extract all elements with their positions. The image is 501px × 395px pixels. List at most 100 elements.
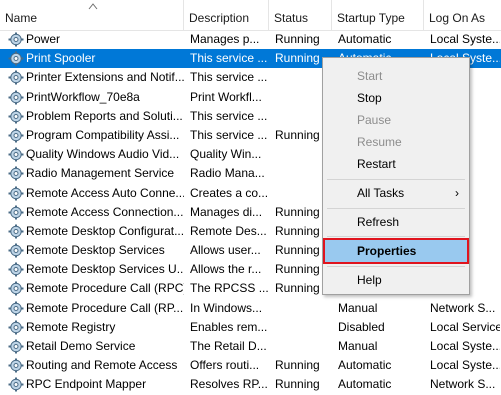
service-description: Creates a co... bbox=[190, 185, 268, 200]
column-header-log-on-as-label: Log On As bbox=[429, 11, 486, 25]
service-gear-icon bbox=[8, 109, 24, 124]
sort-ascending-icon bbox=[88, 3, 98, 10]
service-description: Enables rem... bbox=[190, 319, 268, 334]
menu-item-help[interactable]: Help bbox=[323, 269, 469, 291]
service-name: Radio Management Service bbox=[26, 166, 175, 181]
service-startup-type: Automatic bbox=[338, 358, 392, 373]
menu-separator bbox=[327, 236, 465, 237]
menu-item-pause[interactable]: Pause bbox=[323, 109, 469, 131]
service-name-cell: Radio Management Service bbox=[8, 164, 184, 183]
service-name-cell: Remote Registry bbox=[8, 318, 184, 337]
service-gear-icon bbox=[8, 186, 24, 201]
service-status: Running bbox=[275, 358, 320, 373]
service-name-cell: Power bbox=[8, 30, 184, 49]
service-name-cell: Remote Desktop Services U... bbox=[8, 260, 184, 279]
context-menu: Start Stop Pause Resume Restart All Task… bbox=[322, 57, 470, 295]
service-log-on-as: Local Syste... bbox=[430, 358, 500, 373]
column-header-startup-type[interactable]: Startup Type bbox=[332, 0, 424, 30]
service-description: Allows the r... bbox=[190, 262, 262, 277]
service-gear-icon bbox=[8, 320, 24, 335]
service-status bbox=[275, 337, 331, 356]
service-name: Problem Reports and Soluti... bbox=[26, 108, 183, 123]
service-gear-icon bbox=[8, 32, 24, 47]
menu-separator bbox=[327, 179, 465, 180]
service-name-cell: Problem Reports and Soluti... bbox=[8, 107, 184, 126]
service-row[interactable]: Routing and Remote Access Offers routi...… bbox=[0, 356, 501, 375]
column-header-status-label: Status bbox=[274, 11, 309, 25]
service-row[interactable]: Power Manages p... Running Automatic Local S… bbox=[0, 30, 501, 49]
service-description: This service ... bbox=[190, 51, 268, 66]
service-row[interactable]: Retail Demo Service The Retail D... Manual… bbox=[0, 337, 501, 356]
service-name-cell: Remote Procedure Call (RP... bbox=[8, 299, 184, 318]
service-description: Allows user... bbox=[190, 243, 261, 258]
column-header-description-label: Description bbox=[189, 11, 250, 25]
service-log-on-as: Local Syste... bbox=[430, 339, 500, 353]
service-name: Quality Windows Audio Vid... bbox=[26, 147, 180, 162]
service-gear-icon bbox=[8, 301, 24, 316]
service-name: Remote Procedure Call (RPC) bbox=[26, 281, 184, 296]
service-description: Radio Mana... bbox=[190, 166, 265, 181]
service-description: The Retail D... bbox=[190, 339, 267, 353]
service-name-cell: Remote Desktop Configurat... bbox=[8, 222, 184, 241]
service-gear-icon bbox=[8, 128, 24, 143]
column-header-name[interactable]: Name bbox=[0, 0, 184, 30]
service-name: Remote Procedure Call (RP... bbox=[26, 300, 184, 315]
service-description: This service ... bbox=[190, 108, 268, 123]
service-description: Print Workfl... bbox=[190, 89, 262, 104]
service-name: Remote Access Auto Conne... bbox=[26, 185, 184, 200]
service-description: In Windows... bbox=[190, 300, 263, 315]
service-name-cell: Remote Access Connection... bbox=[8, 203, 184, 222]
service-name-cell: Printer Extensions and Notif... bbox=[8, 68, 184, 87]
service-description: This service ... bbox=[190, 127, 268, 142]
menu-item-start[interactable]: Start bbox=[323, 65, 469, 87]
service-name: Retail Demo Service bbox=[26, 339, 136, 353]
service-row[interactable]: Remote Procedure Call (RP... In Windows..… bbox=[0, 299, 501, 318]
service-startup-type: Disabled bbox=[338, 319, 385, 334]
service-gear-icon bbox=[8, 90, 24, 105]
menu-item-restart[interactable]: Restart bbox=[323, 153, 469, 175]
service-gear-icon bbox=[8, 358, 24, 373]
service-name-cell: Routing and Remote Access bbox=[8, 356, 184, 375]
service-name: Print Spooler bbox=[26, 51, 96, 66]
service-status: Running bbox=[275, 32, 320, 46]
service-row[interactable]: Remote Registry Enables rem... Disabled Loc… bbox=[0, 318, 501, 337]
service-description: Quality Win... bbox=[190, 147, 262, 162]
service-description: Manages p... bbox=[190, 32, 260, 46]
service-description: Offers routi... bbox=[190, 358, 260, 373]
menu-separator bbox=[327, 266, 465, 267]
service-log-on-as: Local Syste... bbox=[430, 32, 500, 46]
service-name: Printer Extensions and Notif... bbox=[26, 70, 184, 85]
column-header-startup-type-label: Startup Type bbox=[337, 11, 405, 25]
menu-item-all-tasks-label: All Tasks bbox=[357, 186, 405, 200]
column-header-name-label: Name bbox=[5, 11, 38, 25]
service-log-on-as: Network S... bbox=[430, 377, 496, 392]
service-gear-icon bbox=[8, 224, 24, 239]
service-name: Remote Desktop Configurat... bbox=[26, 223, 184, 238]
service-gear-icon bbox=[8, 281, 24, 296]
column-header-status[interactable]: Status bbox=[269, 0, 332, 30]
service-startup-type: Automatic bbox=[338, 32, 392, 46]
service-name: Routing and Remote Access bbox=[26, 358, 178, 373]
menu-item-stop[interactable]: Stop bbox=[323, 87, 469, 109]
service-description: Manages di... bbox=[190, 204, 263, 219]
service-name-cell: PrintWorkflow_70e8a bbox=[8, 88, 184, 107]
service-gear-icon bbox=[8, 147, 24, 162]
service-row[interactable]: RPC Endpoint Mapper Resolves RP... Running… bbox=[0, 375, 501, 394]
menu-item-resume[interactable]: Resume bbox=[323, 131, 469, 153]
service-name: Program Compatibility Assi... bbox=[26, 127, 180, 142]
service-gear-icon bbox=[8, 70, 24, 85]
menu-item-refresh[interactable]: Refresh bbox=[323, 211, 469, 233]
service-startup-type: Manual bbox=[338, 300, 378, 315]
service-startup-type: Automatic bbox=[338, 377, 392, 392]
service-gear-icon bbox=[8, 262, 24, 277]
column-header-log-on-as[interactable]: Log On As bbox=[424, 0, 501, 30]
column-header-row: Name Description Status Startup Type Log… bbox=[0, 0, 501, 31]
menu-item-all-tasks[interactable]: All Tasks › bbox=[323, 182, 469, 204]
service-log-on-as: Network S... bbox=[430, 300, 496, 315]
menu-item-properties[interactable]: Properties bbox=[323, 238, 469, 264]
column-header-description[interactable]: Description bbox=[184, 0, 269, 30]
service-gear-icon bbox=[8, 339, 24, 354]
service-name-cell: Program Compatibility Assi... bbox=[8, 126, 184, 145]
service-name-cell: Print Spooler bbox=[8, 49, 184, 68]
service-gear-icon bbox=[8, 377, 24, 392]
